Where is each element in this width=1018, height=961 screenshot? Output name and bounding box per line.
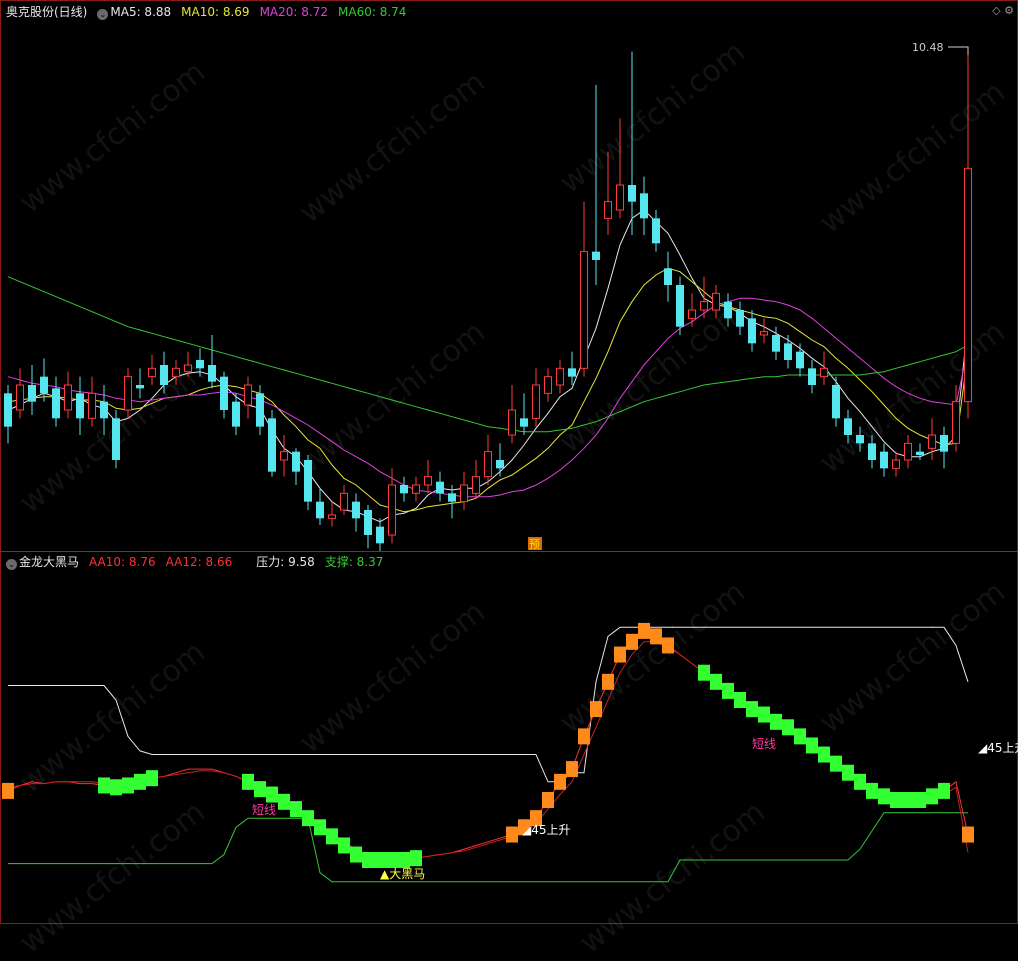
pressure-label: 压力: 9.58 bbox=[256, 555, 315, 569]
rising-block bbox=[662, 637, 674, 654]
short-term-block bbox=[146, 770, 158, 787]
indicator-annotation: ◢45上升 bbox=[522, 823, 571, 837]
short-term-block bbox=[878, 788, 890, 805]
short-term-block bbox=[914, 792, 926, 808]
rising-block bbox=[506, 826, 518, 843]
rising-block bbox=[554, 773, 566, 790]
rising-block bbox=[542, 792, 554, 808]
support-line bbox=[8, 812, 968, 883]
short-term-block bbox=[722, 682, 734, 699]
short-term-block bbox=[710, 673, 722, 690]
short-term-block bbox=[866, 782, 878, 799]
short-term-block bbox=[794, 728, 806, 745]
short-term-block bbox=[242, 773, 254, 790]
short-term-block bbox=[110, 779, 122, 796]
short-term-block bbox=[326, 828, 338, 845]
short-term-block bbox=[938, 782, 950, 799]
stock-title: 奥克股份(日线) bbox=[6, 5, 88, 19]
short-term-block bbox=[338, 837, 350, 854]
short-term-block bbox=[98, 777, 110, 794]
short-term-block bbox=[734, 692, 746, 708]
panel-controls: ◇ ⚙ bbox=[992, 4, 1014, 17]
short-term-block bbox=[770, 713, 782, 730]
short-term-block bbox=[350, 846, 362, 863]
collapse-circle-icon[interactable]: ⌄ bbox=[6, 559, 17, 570]
short-term-block bbox=[290, 801, 302, 818]
main-panel-header: 奥克股份(日线) ⌄ MA5: 8.88 MA10: 8.69 MA20: 8.72 MA… bbox=[6, 5, 408, 20]
short-term-block bbox=[746, 701, 758, 718]
short-term-block bbox=[842, 764, 854, 781]
ma5-label: MA5: 8.88 bbox=[110, 5, 172, 19]
short-term-block bbox=[902, 792, 914, 808]
diamond-icon[interactable]: ◇ bbox=[992, 4, 1000, 17]
rising-block bbox=[602, 673, 614, 690]
indicator-panel-header: ⌄ 金龙大黑马 AA10: 8.76 AA12: 8.66 压力: 9.58 支撑: 8.… bbox=[6, 555, 385, 570]
indicator-annotation: ◢45上升 bbox=[978, 741, 1018, 755]
short-term-block bbox=[758, 706, 770, 723]
short-term-block bbox=[314, 819, 326, 836]
short-term-block bbox=[818, 746, 830, 763]
short-term-block bbox=[386, 852, 398, 868]
short-term-block bbox=[266, 786, 278, 803]
short-term-block bbox=[398, 852, 410, 868]
short-term-block bbox=[134, 773, 146, 790]
short-term-block bbox=[302, 810, 314, 827]
indicator-chart[interactable]: 短线短线▲大黑马◢45上升◢45上升 bbox=[0, 0, 1018, 924]
short-term-block bbox=[122, 777, 134, 794]
short-term-block bbox=[854, 773, 866, 790]
gear-icon[interactable]: ⚙ bbox=[1004, 4, 1014, 17]
rising-block bbox=[962, 826, 974, 843]
indicator-annotation: 短线 bbox=[752, 737, 776, 751]
rising-block bbox=[566, 761, 578, 778]
ma60-label: MA60: 8.74 bbox=[338, 5, 407, 19]
short-term-block bbox=[830, 755, 842, 772]
short-term-block bbox=[698, 664, 710, 681]
short-term-block bbox=[926, 788, 938, 805]
support-label: 支撑: 8.37 bbox=[324, 555, 384, 569]
aa10-label: AA10: 8.76 bbox=[89, 555, 156, 569]
rising-block bbox=[590, 701, 602, 718]
short-term-block bbox=[782, 719, 794, 736]
rising-block bbox=[578, 728, 590, 745]
short-term-block bbox=[410, 850, 422, 867]
settings-circle-icon[interactable]: ⌄ bbox=[97, 9, 109, 20]
indicator-annotation: ▲大黑马 bbox=[380, 867, 425, 881]
short-term-block bbox=[254, 781, 266, 798]
rising-block bbox=[650, 628, 662, 645]
indicator-annotation: 短线 bbox=[252, 803, 276, 817]
short-term-block bbox=[890, 792, 902, 808]
short-term-block bbox=[374, 852, 386, 868]
ma10-label: MA10: 8.69 bbox=[181, 5, 250, 19]
short-term-block bbox=[806, 737, 818, 754]
short-term-block bbox=[362, 852, 374, 868]
aa10-line bbox=[7, 630, 969, 861]
indicator-title: 金龙大黑马 bbox=[19, 555, 80, 569]
aa12-label: AA12: 8.66 bbox=[165, 555, 233, 569]
short-term-block bbox=[278, 793, 290, 810]
ma20-label: MA20: 8.72 bbox=[259, 5, 328, 19]
rising-block bbox=[638, 622, 650, 639]
rising-block bbox=[2, 782, 14, 799]
rising-block bbox=[626, 633, 638, 650]
rising-block bbox=[614, 646, 626, 663]
